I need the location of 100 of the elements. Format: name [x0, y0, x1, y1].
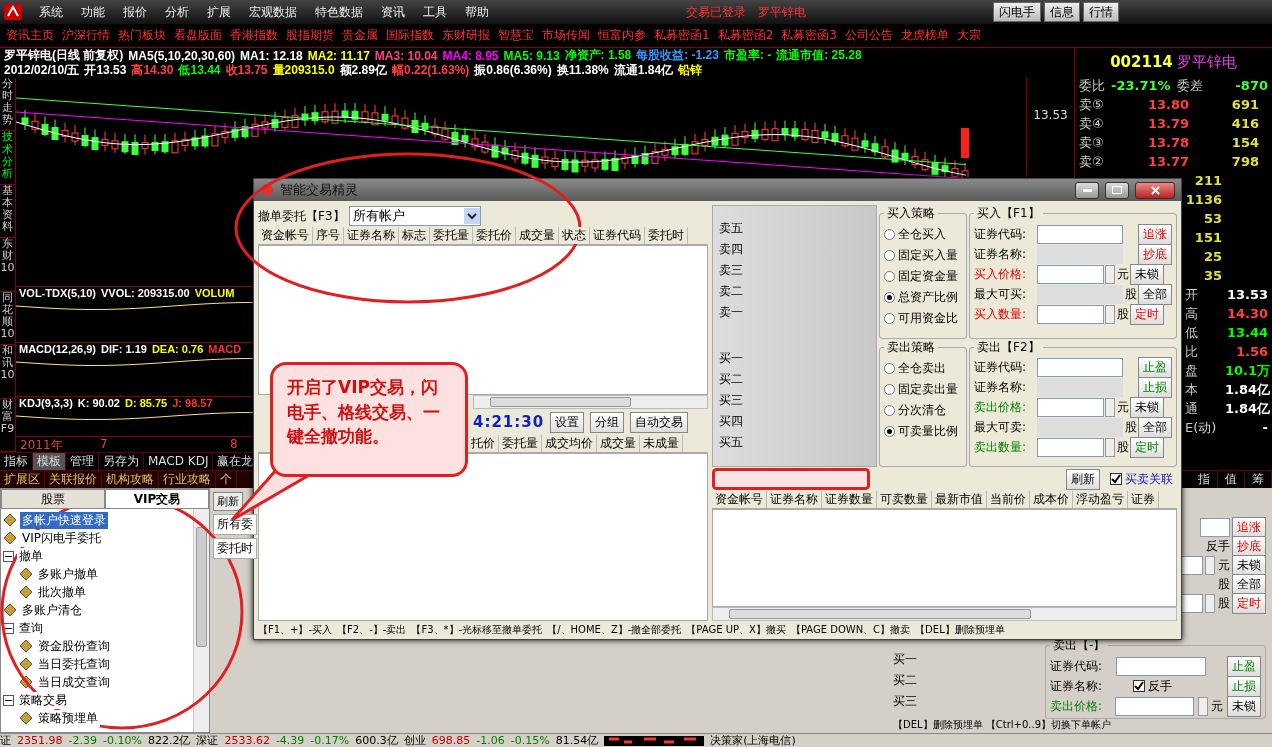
toolbar-button[interactable]: 行情	[1083, 2, 1119, 22]
radio-button[interactable]	[884, 250, 895, 261]
menu-item[interactable]: 扩展	[198, 3, 240, 21]
radio-button[interactable]	[884, 229, 895, 240]
menu-item[interactable]: 报价	[114, 3, 156, 21]
minimize-button[interactable]	[1075, 181, 1099, 199]
spinner[interactable]	[1197, 696, 1208, 716]
panel-tab[interactable]: VIP交易	[105, 489, 209, 509]
spinner[interactable]	[1205, 594, 1215, 613]
side-tab[interactable]: 东财10	[0, 238, 15, 292]
nav-link[interactable]: 贵金属	[338, 27, 382, 44]
order-button[interactable]: 定时	[1130, 437, 1164, 458]
tool-button[interactable]: 分组	[590, 411, 625, 433]
column-header[interactable]: 资金帐号	[712, 491, 767, 508]
input-field[interactable]	[1037, 224, 1123, 244]
nav-link[interactable]: 恒富内参	[594, 27, 650, 44]
column-header[interactable]: 证券	[1128, 491, 1159, 508]
order-button[interactable]: 未锁	[1130, 263, 1164, 285]
input-field[interactable]	[1116, 656, 1206, 676]
tool-button[interactable]: 自动交易	[630, 411, 689, 433]
refresh-button[interactable]: 刷新	[213, 492, 243, 511]
column-header[interactable]: 成本价	[1030, 491, 1073, 508]
order-button[interactable]: 追涨	[1232, 517, 1266, 538]
refresh-button[interactable]: 刷新	[1066, 468, 1100, 490]
nav-link[interactable]: 大宗	[952, 27, 985, 44]
column-header[interactable]: 未成量	[640, 435, 683, 452]
order-button[interactable]: 止损	[1227, 675, 1261, 697]
nav-link[interactable]: 市场传闻	[538, 27, 594, 44]
checkbox[interactable]	[1133, 680, 1145, 692]
tree-item[interactable]: 资金股份查询	[36, 637, 112, 655]
tool-button[interactable]: 设置	[550, 411, 585, 433]
input-field[interactable]	[1037, 304, 1104, 324]
column-header[interactable]: 成交均价	[542, 435, 597, 452]
scrollbar[interactable]	[193, 509, 209, 732]
order-button[interactable]: 止盈	[1227, 655, 1261, 677]
column-header[interactable]: 标志	[399, 227, 430, 244]
order-button[interactable]: 定时	[1130, 303, 1164, 325]
side-tab[interactable]: 基本资料	[0, 184, 15, 239]
radio-button[interactable]	[884, 313, 895, 324]
spinner[interactable]	[1105, 438, 1115, 457]
toolbar-button[interactable]: 信息	[1044, 2, 1080, 22]
input-field[interactable]	[1037, 398, 1104, 417]
collapse-icon[interactable]	[3, 622, 14, 634]
nav-link[interactable]: 国际指数	[382, 27, 438, 44]
column-header[interactable]: 序号	[313, 227, 344, 244]
side-tab[interactable]: 同花顺10	[0, 291, 15, 346]
order-button[interactable]: 全部	[1232, 574, 1266, 595]
spinner[interactable]	[1105, 398, 1115, 417]
collapse-icon[interactable]	[3, 550, 14, 562]
input-field[interactable]	[1200, 518, 1230, 537]
menu-item[interactable]: 系统	[30, 3, 72, 21]
nav-link[interactable]: 热门板块	[114, 27, 170, 44]
nav-link[interactable]: 龙虎榜单	[896, 27, 953, 44]
column-header[interactable]: 最新市值	[932, 491, 987, 508]
side-tab[interactable]: 技术分析	[0, 131, 15, 185]
tree-item[interactable]: 查询	[17, 619, 45, 637]
nav-link[interactable]: 私募密函3	[777, 27, 841, 44]
input-field[interactable]	[1037, 264, 1104, 284]
scrollbar[interactable]	[473, 395, 708, 409]
radio-button[interactable]	[884, 425, 895, 437]
column-header[interactable]: 证券代码	[590, 227, 645, 244]
column-header[interactable]: 证券名称	[767, 491, 822, 508]
order-button[interactable]: 未锁	[1232, 555, 1266, 576]
scrollbar[interactable]	[712, 607, 1177, 621]
menu-item[interactable]: 分析	[156, 3, 198, 21]
column-header[interactable]: 证券名称	[344, 227, 399, 244]
nav-link[interactable]: 看盘版面	[170, 27, 226, 44]
input-field[interactable]	[1115, 696, 1195, 716]
tree-item[interactable]: 批次撤单	[36, 583, 88, 601]
order-button[interactable]: 追涨	[1138, 223, 1172, 245]
input-field[interactable]	[1037, 358, 1123, 377]
side-tab[interactable]: 和讯10	[0, 345, 15, 399]
order-button[interactable]: 全部	[1138, 417, 1172, 438]
tree-item[interactable]: 撤单	[17, 547, 45, 565]
column-header[interactable]: 状态	[559, 227, 590, 244]
spinner[interactable]	[1105, 264, 1115, 284]
spinner[interactable]	[1205, 556, 1215, 575]
menu-item[interactable]: 帮助	[456, 3, 498, 21]
nav-link[interactable]: 智慧宝	[494, 27, 538, 44]
tree-item[interactable]: VIP闪电手委托	[20, 529, 103, 547]
column-header[interactable]: 托价	[468, 435, 499, 452]
order-button[interactable]: 未锁	[1227, 695, 1261, 717]
nav-link[interactable]: 沪深行情	[58, 27, 114, 44]
menu-item[interactable]: 功能	[72, 3, 114, 21]
tree-item[interactable]: 多账户撤单	[36, 565, 100, 583]
side-tab[interactable]: 财富F9	[0, 398, 15, 452]
nav-link[interactable]: 公司公告	[840, 27, 897, 44]
column-header[interactable]: 委托价	[473, 227, 516, 244]
side-tab[interactable]: 分时走势	[0, 78, 15, 132]
menu-item[interactable]: 宏观数据	[240, 3, 306, 21]
nav-link[interactable]: 东财研报	[438, 27, 494, 44]
menu-item[interactable]: 工具	[414, 3, 456, 21]
column-header[interactable]: 委托时	[645, 227, 688, 244]
tree-item[interactable]: 多帐户快速登录	[20, 511, 108, 529]
tree-item[interactable]: 当日成交查询	[36, 673, 112, 691]
order-button[interactable]: 止盈	[1138, 357, 1172, 378]
maximize-button[interactable]	[1105, 181, 1129, 199]
nav-link[interactable]: 私募密函2	[713, 27, 778, 44]
nav-link[interactable]: 股指期货	[282, 27, 338, 44]
radio-button[interactable]	[884, 362, 895, 374]
